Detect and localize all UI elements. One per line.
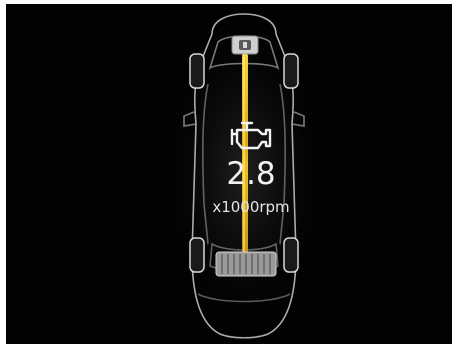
front-unit	[231, 35, 259, 55]
drive-display-screen: 2.8 x1000rpm	[6, 4, 452, 344]
engine-icon	[230, 121, 272, 150]
rear-right-wheel	[283, 237, 299, 273]
rpm-value: 2.8	[226, 156, 276, 192]
rpm-unit: x1000rpm	[212, 198, 290, 216]
front-right-wheel	[283, 53, 299, 89]
rear-unit	[215, 251, 277, 277]
rear-left-wheel	[189, 237, 205, 273]
front-left-wheel	[189, 53, 205, 89]
